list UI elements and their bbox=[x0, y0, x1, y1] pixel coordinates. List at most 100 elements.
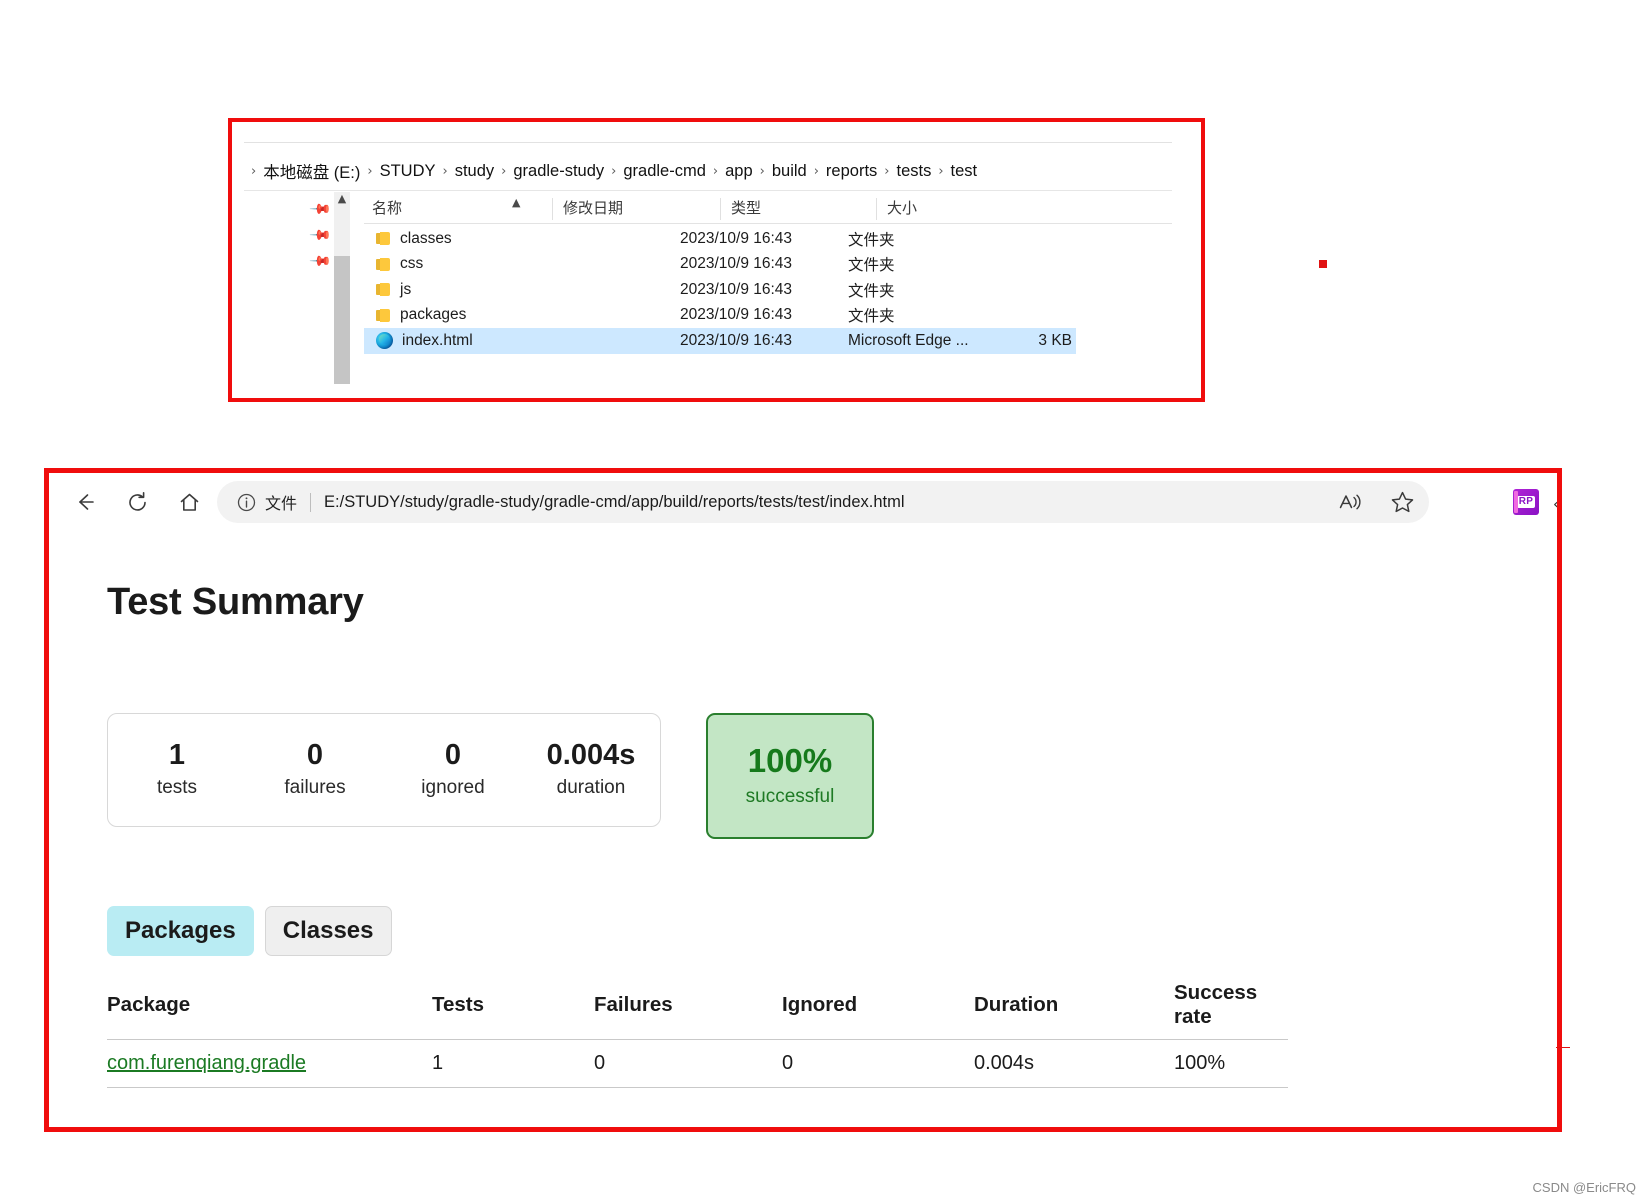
breadcrumb-item-reports[interactable]: reports bbox=[826, 162, 877, 181]
breadcrumb-chevron-icon: › bbox=[611, 163, 617, 179]
summary-label: tests bbox=[156, 777, 198, 798]
nav-pane-scrollbar-thumb[interactable] bbox=[334, 256, 350, 384]
page-title: Test Summary bbox=[107, 581, 364, 623]
file-name-cell: packages bbox=[376, 306, 466, 324]
cell-package: com.furenqiang.gradle bbox=[107, 1039, 432, 1088]
file-explorer-panel: › 本地磁盘 (E:) › STUDY › study › gradle-stu… bbox=[236, 126, 1197, 394]
th-tests: Tests bbox=[432, 981, 594, 1040]
home-button[interactable] bbox=[173, 486, 205, 518]
summary-stat-tests: 1 tests bbox=[108, 737, 246, 803]
file-modified-cell: 2023/10/9 16:43 bbox=[680, 229, 793, 247]
extension-rp-icon[interactable]: RP bbox=[1513, 489, 1539, 515]
summary-value: 0 bbox=[306, 739, 324, 771]
watermark-label: CSDN @EricFRQ bbox=[1532, 1180, 1636, 1195]
breadcrumb-item-build[interactable]: build bbox=[772, 162, 807, 181]
breadcrumb[interactable]: › 本地磁盘 (E:) › STUDY › study › gradle-stu… bbox=[244, 154, 977, 188]
back-button[interactable] bbox=[69, 486, 101, 518]
summary-stats-card: 1 tests 0 failures 0 ignored 0.004s dura… bbox=[107, 713, 661, 827]
read-aloud-button[interactable] bbox=[1338, 491, 1364, 513]
file-name-label: classes bbox=[400, 229, 452, 247]
annotation-red-dot bbox=[1319, 260, 1327, 268]
cell-failures: 0 bbox=[594, 1039, 782, 1088]
breadcrumb-item-gradle-study[interactable]: gradle-study bbox=[513, 162, 604, 181]
breadcrumb-chevron-icon: › bbox=[501, 163, 507, 179]
success-rate-value: 100% bbox=[747, 742, 833, 779]
breadcrumb-item-drive[interactable]: 本地磁盘 (E:) bbox=[263, 159, 360, 183]
annotation-red-tick bbox=[1556, 1047, 1570, 1048]
gradle-test-report: Test Summary 1 tests 0 failures 0 ignore… bbox=[49, 531, 1557, 1127]
column-header-type[interactable]: 类型 bbox=[720, 198, 876, 220]
browser-toolbar: 文件 E:/STUDY/study/gradle-study/gradle-cm… bbox=[49, 473, 1557, 531]
success-rate-label: successful bbox=[745, 786, 835, 807]
add-favorite-button[interactable] bbox=[1390, 490, 1415, 515]
address-bar[interactable]: 文件 E:/STUDY/study/gradle-study/gradle-cm… bbox=[217, 481, 1429, 523]
file-list: classes 2023/10/9 16:43 文件夹 css 2023/10/… bbox=[364, 226, 1076, 354]
file-name-cell: css bbox=[376, 255, 423, 273]
summary-label: ignored bbox=[421, 777, 485, 798]
th-failures: Failures bbox=[594, 981, 782, 1040]
file-list-column-headers: 名称 ▲ 修改日期 类型 大小 bbox=[364, 192, 1197, 224]
breadcrumb-item-study[interactable]: STUDY bbox=[380, 162, 436, 181]
summary-value: 0.004s bbox=[546, 739, 636, 771]
breadcrumb-chevron-icon: › bbox=[759, 163, 765, 179]
breadcrumb-chevron-icon: › bbox=[712, 163, 719, 179]
table-header-row: Package Tests Failures Ignored Duration … bbox=[107, 981, 1288, 1040]
column-header-name[interactable]: 名称 ▲ bbox=[364, 196, 552, 220]
file-row-index-html[interactable]: index.html 2023/10/9 16:43 Microsoft Edg… bbox=[364, 328, 1076, 354]
reload-button[interactable] bbox=[121, 486, 153, 518]
breadcrumb-chevron-icon: › bbox=[251, 163, 257, 179]
extension-badge-label: RP bbox=[1516, 496, 1536, 508]
file-name-label: index.html bbox=[402, 331, 473, 349]
tab-classes[interactable]: Classes bbox=[264, 906, 392, 956]
summary-value: 0 bbox=[444, 739, 462, 771]
file-name-label: packages bbox=[400, 306, 467, 324]
file-name-cell: index.html bbox=[376, 332, 473, 350]
scroll-up-icon[interactable]: ▲ bbox=[334, 192, 350, 205]
breadcrumb-item-gradle-cmd[interactable]: gradle-cmd bbox=[623, 162, 706, 181]
url-text[interactable]: E:/STUDY/study/gradle-study/gradle-cmd/a… bbox=[324, 493, 1429, 512]
file-type-cell: 文件夹 bbox=[848, 282, 895, 300]
file-modified-cell: 2023/10/9 16:43 bbox=[680, 331, 793, 349]
explorer-breadcrumb-divider bbox=[244, 190, 1172, 191]
success-rate-card: 100% successful bbox=[706, 713, 874, 839]
packages-table-body: com.furenqiang.gradle 1 0 0 0.004s 100% bbox=[107, 1039, 1288, 1088]
file-row-css[interactable]: css 2023/10/9 16:43 文件夹 bbox=[364, 252, 1076, 278]
folder-icon bbox=[376, 308, 391, 322]
breadcrumb-item-tests[interactable]: tests bbox=[896, 162, 931, 181]
tab-packages[interactable]: Packages bbox=[107, 906, 254, 956]
info-circle-icon[interactable] bbox=[237, 493, 256, 512]
breadcrumb-item-test[interactable]: test bbox=[951, 162, 978, 181]
breadcrumb-item-study2[interactable]: study bbox=[455, 162, 494, 181]
file-modified-cell: 2023/10/9 16:43 bbox=[680, 280, 793, 298]
table-row[interactable]: com.furenqiang.gradle 1 0 0 0.004s 100% bbox=[107, 1039, 1288, 1088]
file-row-js[interactable]: js 2023/10/9 16:43 文件夹 bbox=[364, 277, 1076, 303]
file-name-label: css bbox=[400, 255, 424, 273]
url-scheme-label: 文件 bbox=[265, 496, 298, 513]
summary-stat-duration: 0.004s duration bbox=[522, 737, 660, 803]
file-type-cell: 文件夹 bbox=[848, 308, 895, 326]
file-row-classes[interactable]: classes 2023/10/9 16:43 文件夹 bbox=[364, 226, 1076, 252]
file-row-packages[interactable]: packages 2023/10/9 16:43 文件夹 bbox=[364, 303, 1076, 329]
omnibox-separator bbox=[310, 492, 312, 512]
column-header-divider bbox=[364, 223, 1172, 224]
edge-browser-icon bbox=[376, 332, 393, 350]
column-header-size[interactable]: 大小 bbox=[876, 198, 986, 220]
breadcrumb-chevron-icon: › bbox=[938, 163, 944, 179]
th-ignored: Ignored bbox=[782, 981, 974, 1040]
package-link[interactable]: com.furenqiang.gradle bbox=[107, 1052, 306, 1074]
column-header-name-label: 名称 bbox=[372, 200, 403, 217]
column-header-size-label: 大小 bbox=[887, 200, 918, 217]
breadcrumb-chevron-icon: › bbox=[884, 163, 890, 179]
omnibox-actions bbox=[1338, 481, 1415, 523]
chevron-right-icon[interactable]: ‹ bbox=[1553, 495, 1557, 513]
th-package: Package bbox=[107, 981, 432, 1040]
file-type-cell: Microsoft Edge ... bbox=[848, 331, 969, 349]
breadcrumb-item-app[interactable]: app bbox=[725, 162, 753, 181]
reload-icon bbox=[128, 491, 146, 511]
screenshot-root: › 本地磁盘 (E:) › STUDY › study › gradle-stu… bbox=[0, 0, 1650, 1203]
th-success-rate: Success rate bbox=[1174, 981, 1288, 1040]
file-name-label: js bbox=[400, 280, 412, 298]
column-header-modified[interactable]: 修改日期 bbox=[552, 198, 720, 220]
file-type-cell: 文件夹 bbox=[848, 257, 895, 275]
breadcrumb-chevron-icon: › bbox=[442, 163, 448, 179]
